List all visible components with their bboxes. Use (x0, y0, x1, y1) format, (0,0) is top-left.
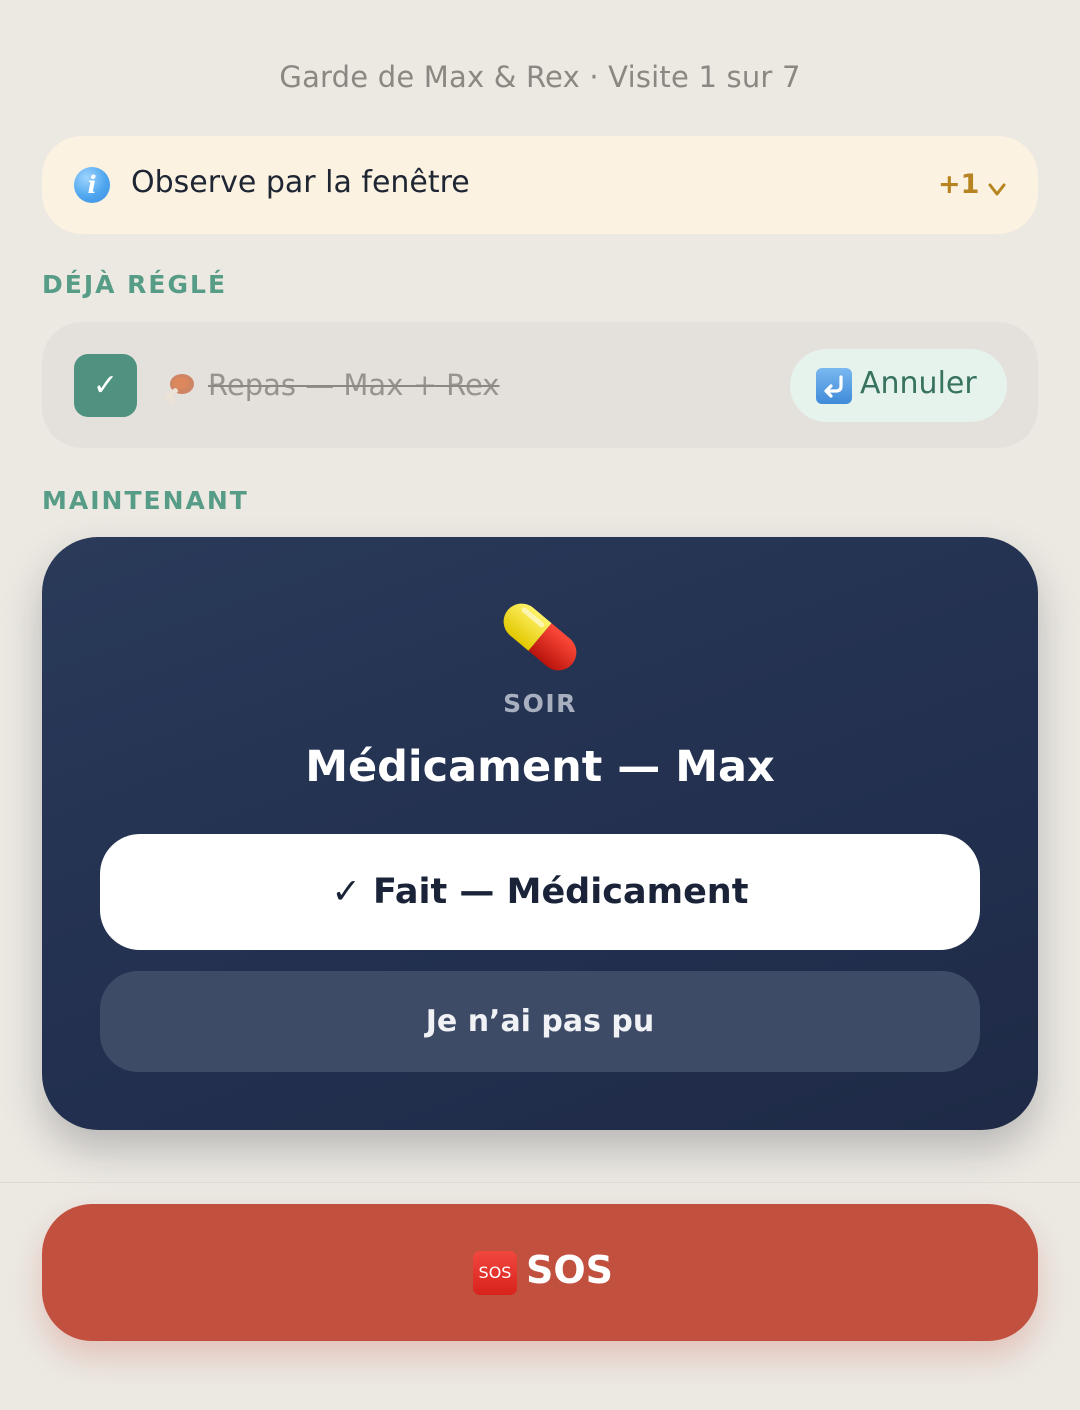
section-label-done: DÉJÀ RÉGLÉ (42, 270, 228, 299)
task-period: SOIR (503, 689, 577, 718)
mark-done-button[interactable]: ✓ Fait — Médicament (100, 834, 980, 950)
pill-icon (503, 603, 577, 671)
done-checkbox[interactable]: ✓ (74, 354, 137, 417)
could-not-button[interactable]: Je n’ai pas pu (100, 971, 980, 1072)
divider (0, 1182, 1080, 1183)
task-title: Médicament — Max (305, 742, 775, 792)
undo-button[interactable]: Annuler (790, 349, 1007, 422)
sos-button-label: SOS (526, 1248, 614, 1292)
info-banner[interactable]: i Observe par la fenêtre +1 (42, 136, 1038, 234)
info-more-count: +1 (938, 169, 980, 200)
info-banner-text: Observe par la fenêtre (131, 165, 470, 200)
page-title: Garde de Max & Rex · Visite 1 sur 7 (279, 60, 801, 94)
meat-on-bone-icon (164, 374, 194, 404)
sos-icon: SOS (473, 1251, 517, 1295)
current-task-card: SOIR Médicament — Max ✓ Fait — Médicamen… (42, 537, 1038, 1130)
done-task-label: Repas — Max + Rex (208, 368, 500, 402)
info-icon: i (74, 167, 110, 203)
return-arrow-icon (816, 368, 852, 404)
undo-button-label: Annuler (860, 366, 977, 401)
chevron-down-icon[interactable] (986, 178, 1008, 200)
sos-button[interactable]: SOS SOS (42, 1204, 1038, 1341)
section-label-now: MAINTENANT (42, 486, 249, 515)
done-task-card: ✓ Repas — Max + Rex Annuler (42, 322, 1038, 448)
